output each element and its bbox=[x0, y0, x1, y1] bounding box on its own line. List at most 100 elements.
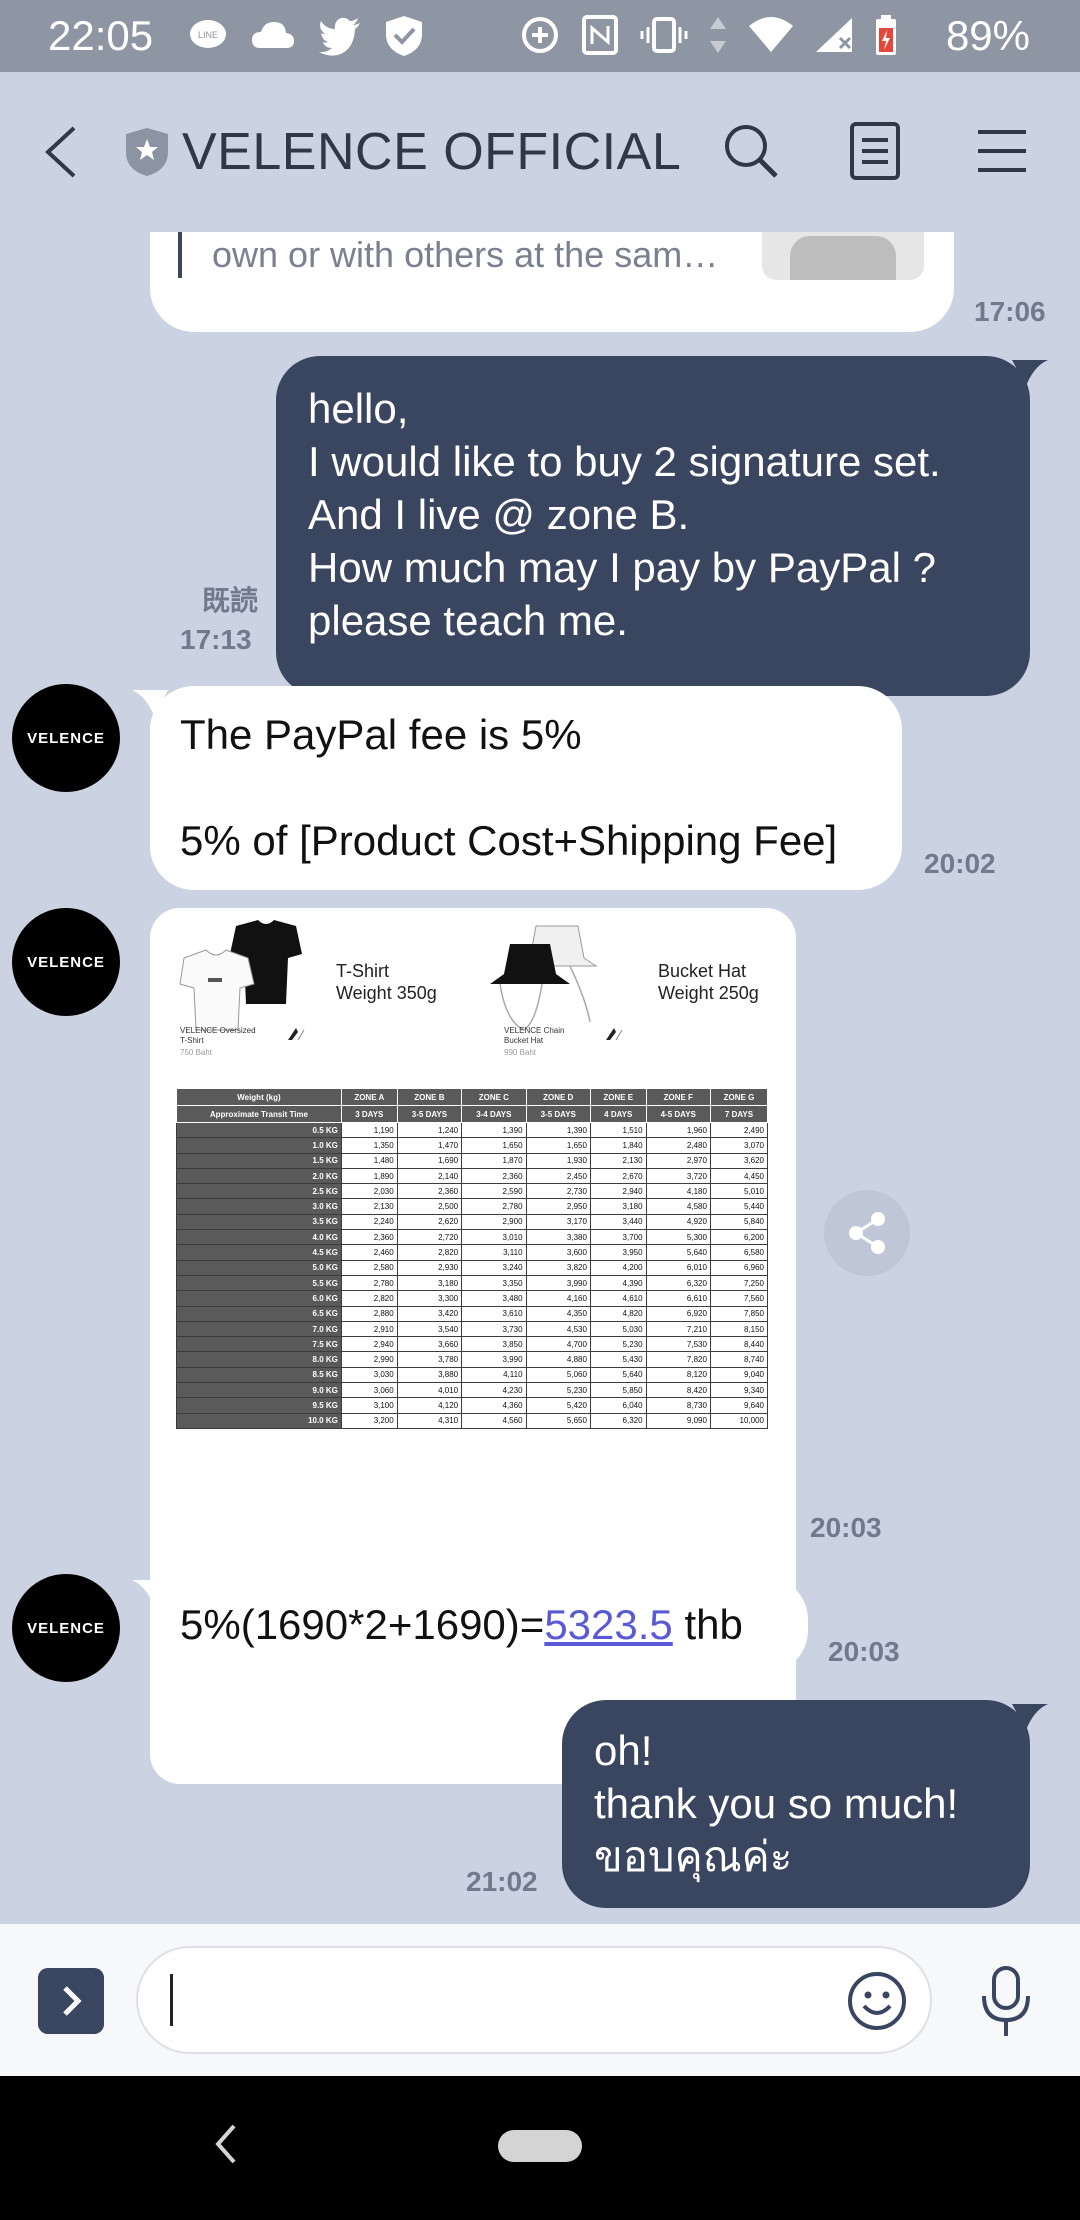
rate-cell: 1,930 bbox=[525, 1152, 591, 1169]
rate-cell: 8,150 bbox=[709, 1320, 769, 1338]
bucket-hat-name: VELENCE Chain Bucket Hat bbox=[504, 1026, 565, 1045]
expand-menu-button[interactable] bbox=[38, 1968, 104, 2034]
nav-back-icon[interactable] bbox=[210, 2120, 240, 2168]
table-header-cell: ZONE D bbox=[525, 1088, 591, 1106]
incoming-message[interactable]: 5%(1690*2+1690)=5323.5 thb bbox=[150, 1576, 808, 1674]
rate-cell: 7,820 bbox=[645, 1351, 711, 1368]
rate-cell: 9,040 bbox=[709, 1366, 769, 1384]
rate-cell: 3,990 bbox=[525, 1274, 591, 1292]
tshirt-weight: Weight 350g bbox=[336, 983, 437, 1003]
rate-cell: 4,180 bbox=[645, 1183, 711, 1200]
rate-cell: 3,620 bbox=[709, 1152, 769, 1169]
table-row: 8.0 KG 2,990 3,780 3,990 4,880 5,430 7,820 8,74… bbox=[176, 1351, 769, 1368]
table-header-cell: 7 DAYS bbox=[709, 1105, 769, 1123]
avatar[interactable]: VELENCE bbox=[12, 908, 120, 1016]
chat-header: VELENCE OFFICIAL bbox=[0, 72, 1080, 232]
table-header-cell: 3-4 DAYS bbox=[461, 1105, 527, 1123]
message-composer bbox=[0, 1924, 1080, 2076]
signal-icon bbox=[816, 18, 852, 52]
notes-icon[interactable] bbox=[848, 120, 902, 182]
rate-cell: 5,420 bbox=[525, 1397, 591, 1414]
shipping-rate-table: Weight (kg) ZONE A ZONE B ZONE C ZONE D … bbox=[176, 1088, 769, 1429]
back-button[interactable] bbox=[36, 120, 86, 184]
data-arrows-icon bbox=[710, 17, 726, 53]
weight-cell: 6.5 KG bbox=[176, 1305, 342, 1322]
emoji-icon[interactable] bbox=[846, 1970, 908, 2032]
avatar[interactable]: VELENCE bbox=[12, 684, 120, 792]
microphone-icon[interactable] bbox=[978, 1966, 1034, 2038]
weight-cell: 7.5 KG bbox=[176, 1336, 342, 1353]
message-time: 20:03 bbox=[810, 1512, 882, 1543]
message-input[interactable] bbox=[136, 1946, 932, 2054]
rate-cell: 5,010 bbox=[709, 1183, 769, 1200]
bubble-tail bbox=[1012, 360, 1048, 386]
table-row: 3.0 KG 2,130 2,500 2,780 2,950 3,180 4,580 5,44… bbox=[176, 1198, 769, 1215]
message-text: The PayPal fee is 5% 5% of [Product Cost… bbox=[180, 711, 838, 864]
message-text: oh! thank you so much! ขอบคุณค่ะ bbox=[594, 1727, 959, 1880]
battery-icon bbox=[876, 15, 896, 55]
rate-cell: 8,730 bbox=[645, 1397, 711, 1414]
rate-cell: 5,640 bbox=[589, 1366, 647, 1384]
rate-cell: 2,730 bbox=[525, 1183, 591, 1200]
brand-mark-icon bbox=[288, 1028, 305, 1041]
rate-cell: 3,850 bbox=[461, 1336, 527, 1353]
card-quote-bar bbox=[178, 232, 182, 278]
rate-cell: 1,390 bbox=[461, 1121, 527, 1139]
rate-cell: 3,100 bbox=[340, 1397, 398, 1414]
rate-cell: 1,390 bbox=[525, 1121, 591, 1139]
table-header-cell: 4 DAYS bbox=[589, 1105, 647, 1123]
table-row: 7.5 KG 2,940 3,660 3,850 4,700 5,230 7,530 8,44… bbox=[176, 1336, 769, 1353]
rate-cell: 4,450 bbox=[709, 1167, 769, 1185]
table-row: 2.0 KG 1,890 2,140 2,360 2,450 2,670 3,720 4,45… bbox=[176, 1167, 769, 1185]
rate-cell: 3,380 bbox=[525, 1229, 591, 1246]
table-header-cell: 4-5 DAYS bbox=[645, 1105, 711, 1123]
weight-cell: 8.0 KG bbox=[176, 1351, 342, 1368]
rate-cell: 5,850 bbox=[589, 1382, 647, 1399]
table-row: 1.0 KG 1,350 1,470 1,650 1,650 1,840 2,480 3,07… bbox=[176, 1137, 769, 1154]
rate-cell: 6,610 bbox=[645, 1290, 711, 1307]
rate-cell: 6,320 bbox=[645, 1274, 711, 1292]
rate-cell: 9,090 bbox=[645, 1412, 711, 1429]
weight-cell: 2.5 KG bbox=[176, 1183, 342, 1200]
avatar[interactable]: VELENCE bbox=[12, 1574, 120, 1682]
rate-cell: 2,940 bbox=[589, 1183, 647, 1200]
card-preview-text: own or with others at the sam… bbox=[212, 234, 719, 275]
phone-number-link[interactable]: 5323.5 bbox=[544, 1601, 672, 1648]
shared-card-message[interactable]: own or with others at the sam… bbox=[150, 232, 954, 332]
weight-cell: 4.5 KG bbox=[176, 1244, 342, 1261]
share-button[interactable] bbox=[824, 1190, 910, 1276]
rate-cell: 2,490 bbox=[709, 1121, 769, 1139]
menu-icon[interactable] bbox=[974, 122, 1030, 180]
incoming-message[interactable]: The PayPal fee is 5% 5% of [Product Cost… bbox=[150, 686, 902, 890]
bubble-tail bbox=[1012, 1704, 1048, 1730]
outgoing-message[interactable]: oh! thank you so much! ขอบคุณค่ะ bbox=[562, 1700, 1030, 1908]
rate-cell: 2,030 bbox=[340, 1183, 398, 1200]
table-row: 5.5 KG 2,780 3,180 3,350 3,990 4,390 6,320 7,25… bbox=[176, 1274, 769, 1292]
table-row: 3.5 KG 2,240 2,620 2,900 3,170 3,440 4,920 5,84… bbox=[176, 1213, 769, 1231]
tshirt-price: 750 Baht bbox=[180, 1048, 213, 1057]
search-icon[interactable] bbox=[722, 122, 780, 180]
rate-cell: 4,110 bbox=[461, 1366, 527, 1384]
rate-cell: 5,030 bbox=[589, 1320, 647, 1338]
rate-cell: 2,360 bbox=[396, 1183, 463, 1200]
table-row: 0.5 KG 1,190 1,240 1,390 1,390 1,510 1,960 2,49… bbox=[176, 1121, 769, 1139]
rate-cell: 2,930 bbox=[396, 1259, 463, 1276]
rate-cell: 4,200 bbox=[589, 1259, 647, 1276]
rate-cell: 5,840 bbox=[709, 1213, 769, 1231]
card-thumbnail bbox=[762, 232, 924, 280]
outgoing-message[interactable]: hello, I would like to buy 2 signature s… bbox=[276, 356, 1030, 696]
rate-cell: 2,580 bbox=[340, 1259, 398, 1276]
rate-cell: 2,990 bbox=[340, 1351, 398, 1368]
rate-cell: 8,740 bbox=[709, 1351, 769, 1368]
weight-cell: 9.5 KG bbox=[176, 1397, 342, 1414]
twitter-icon bbox=[319, 17, 360, 56]
rate-cell: 4,700 bbox=[525, 1336, 591, 1353]
rate-cell: 5,230 bbox=[589, 1336, 647, 1353]
weight-cell: 5.0 KG bbox=[176, 1259, 342, 1276]
rate-cell: 2,590 bbox=[461, 1183, 527, 1200]
chat-message-list[interactable]: own or with others at the sam… 17:06 既読 … bbox=[0, 232, 1080, 1924]
tshirt-product-image bbox=[179, 920, 302, 1031]
rate-cell: 2,460 bbox=[340, 1244, 398, 1261]
home-pill[interactable] bbox=[498, 2130, 582, 2162]
vibrate-icon bbox=[640, 17, 688, 53]
